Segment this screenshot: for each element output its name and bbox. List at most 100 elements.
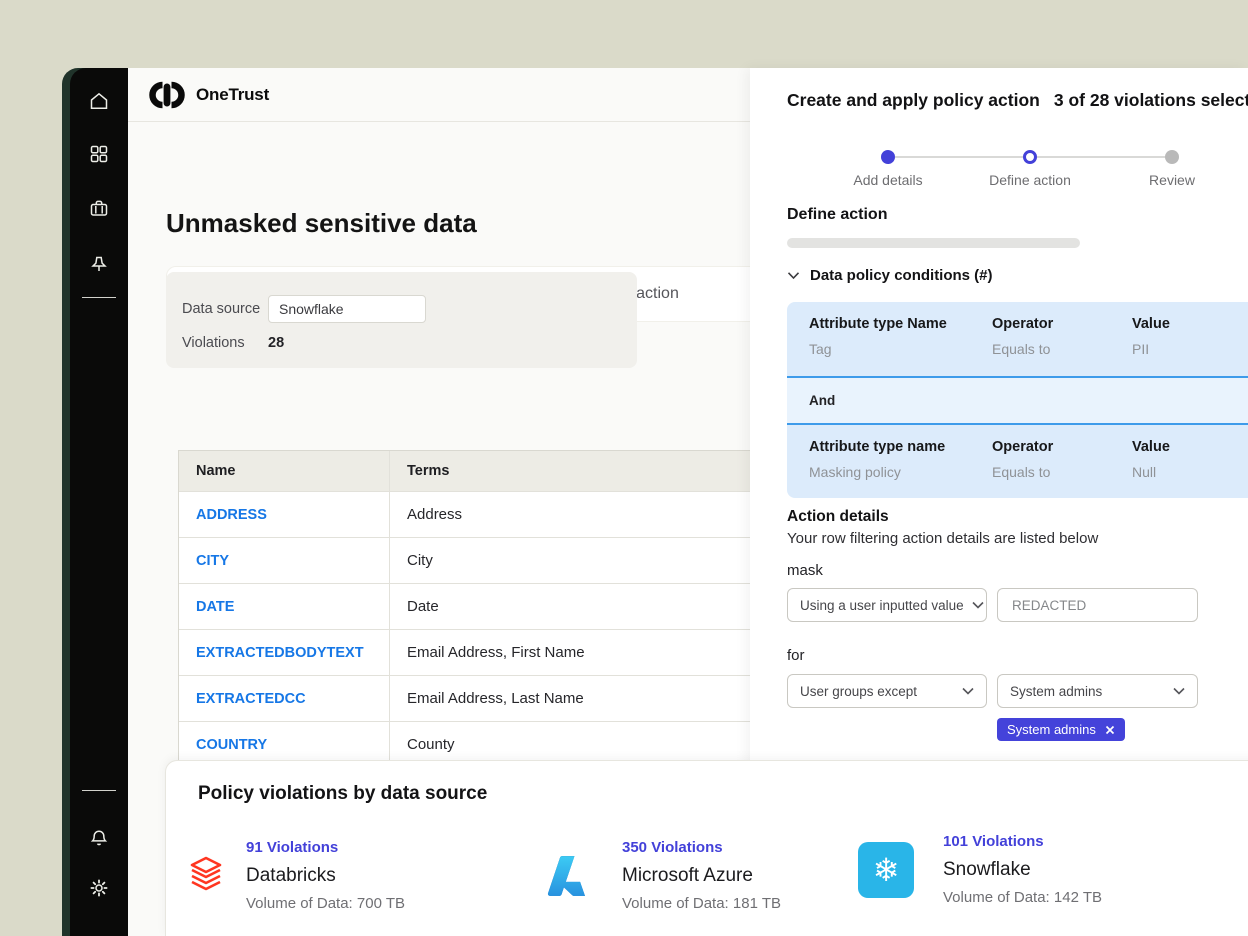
sidebar-item-pinned[interactable] [81, 247, 117, 283]
sidebar-item-workspace[interactable] [81, 190, 117, 226]
group-method-dropdown[interactable]: User groups except [787, 674, 987, 708]
chevron-down-icon [787, 271, 800, 280]
condition-value: Masking policy [809, 464, 992, 480]
mask-label: mask [787, 562, 823, 579]
violation-name-link[interactable]: EXTRACTEDBODYTEXT [179, 630, 389, 675]
source-violations: 350 Violations [622, 835, 781, 861]
source-name: Snowflake [943, 855, 1102, 884]
group-method-value: User groups except [800, 684, 917, 699]
action-details-heading: Action details [787, 508, 889, 526]
sidebar-item-notifications[interactable] [81, 820, 117, 856]
source-text: 91 Violations Databricks Volume of Data:… [246, 835, 405, 917]
violation-name-link[interactable]: ADDRESS [179, 492, 389, 537]
home-icon [88, 90, 110, 112]
condition-connector: And [787, 378, 1248, 423]
selection-count: 3 of 28 violations selected [1054, 90, 1248, 110]
condition-value: Equals to [992, 341, 1132, 357]
gear-icon [88, 877, 110, 899]
violations-label: Violations [182, 335, 245, 351]
data-source-input[interactable] [268, 295, 426, 323]
selected-group-tag[interactable]: System admins [997, 718, 1125, 741]
action-details-description: Your row filtering action details are li… [787, 530, 1098, 547]
sidebar-item-home[interactable] [81, 83, 117, 119]
source-violations: 91 Violations [246, 835, 405, 861]
conditions-heading: Data policy conditions (#) [810, 267, 993, 284]
step-label: Add details [818, 172, 958, 188]
violation-terms: Address [389, 492, 750, 537]
condition-col-header: Attribute type name [809, 439, 992, 455]
sidebar-item-settings[interactable] [81, 870, 117, 906]
snowflake-logo-icon: ❄ [858, 842, 914, 898]
define-action-heading: Define action [787, 206, 887, 224]
condition-col-header: Value [1132, 316, 1248, 332]
condition-value: Tag [809, 341, 992, 357]
chevron-down-icon [972, 601, 984, 609]
sidebar-item-apps[interactable] [81, 136, 117, 172]
source-text: 350 Violations Microsoft Azure Volume of… [622, 835, 781, 917]
step-label: Review [1102, 172, 1242, 188]
condition-value: PII [1132, 341, 1248, 357]
source-violations: 101 Violations [943, 829, 1102, 855]
table-row: DATE Date [179, 583, 750, 629]
step-label: Define action [960, 172, 1100, 188]
column-header-terms: Terms [389, 451, 750, 491]
sidebar-divider-bottom [82, 790, 116, 791]
table-header-row: Name Terms [179, 451, 750, 491]
step-dot-review[interactable] [1165, 150, 1179, 164]
app-sidebar [70, 68, 128, 936]
violation-name-link[interactable]: DATE [179, 584, 389, 629]
violation-terms: Email Address, First Name [389, 630, 750, 675]
source-item-databricks[interactable]: 91 Violations Databricks Volume of Data:… [186, 835, 405, 917]
violation-name-link[interactable]: EXTRACTEDCC [179, 676, 389, 721]
source-item-snowflake[interactable]: ❄ 101 Violations Snowflake Volume of Dat… [858, 829, 1102, 911]
source-volume: Volume of Data: 700 TB [246, 890, 405, 917]
summary-box: Data source Violations 28 [166, 272, 637, 368]
screen: OneTrust Unmasked sensitive data Select … [0, 0, 1248, 936]
progress-bar [787, 238, 1080, 248]
briefcase-icon [88, 197, 110, 219]
bell-icon [88, 827, 110, 849]
source-name: Databricks [246, 861, 405, 890]
violations-table: Name Terms ADDRESS Address CITY City DAT… [178, 450, 750, 768]
source-name: Microsoft Azure [622, 861, 781, 890]
source-volume: Volume of Data: 142 TB [943, 884, 1102, 911]
for-label: for [787, 647, 805, 664]
violation-terms: City [389, 538, 750, 583]
apps-grid-icon [88, 143, 110, 165]
condition-col-header: Attribute type Name [809, 316, 992, 332]
condition-value: Equals to [992, 464, 1132, 480]
violation-terms: Email Address, Last Name [389, 676, 750, 721]
policy-violations-card: Policy violations by data source 91 Viol… [165, 760, 1248, 936]
source-item-azure[interactable]: 350 Violations Microsoft Azure Volume of… [546, 835, 781, 917]
conditions-box: Attribute type Name Operator Value Tag E… [787, 302, 1248, 498]
panel-title-text: Create and apply policy action [787, 90, 1040, 110]
brand-name: OneTrust [196, 85, 269, 105]
panel-title: Create and apply policy action 3 of 28 vi… [787, 90, 1248, 111]
databricks-logo-icon [186, 854, 226, 898]
sidebar-divider-top [82, 297, 116, 298]
stepper-line [895, 156, 1023, 158]
condition-col-header: Operator [992, 439, 1132, 455]
topbar: OneTrust [128, 68, 750, 122]
tag-label: System admins [1007, 722, 1096, 737]
step-dot-add-details[interactable] [881, 150, 895, 164]
condition-value: Null [1132, 464, 1248, 480]
group-value-dropdown[interactable]: System admins [997, 674, 1198, 708]
page-title: Unmasked sensitive data [166, 208, 477, 239]
conditions-accordion-toggle[interactable]: Data policy conditions (#) [787, 267, 993, 284]
onetrust-logo [148, 83, 186, 107]
data-source-label: Data source [182, 301, 260, 317]
violation-terms: Date [389, 584, 750, 629]
condition-col-header: Value [1132, 439, 1248, 455]
table-row: EXTRACTEDCC Email Address, Last Name [179, 675, 750, 721]
violation-name-link[interactable]: CITY [179, 538, 389, 583]
mask-value-input[interactable] [997, 588, 1198, 622]
close-icon[interactable] [1105, 725, 1115, 735]
mask-method-value: Using a user inputted value [800, 598, 964, 613]
mask-method-dropdown[interactable]: Using a user inputted value [787, 588, 987, 622]
chevron-down-icon [962, 687, 974, 695]
chevron-down-icon [1173, 687, 1185, 695]
step-dot-define-action[interactable] [1023, 150, 1037, 164]
group-value-text: System admins [1010, 684, 1102, 699]
source-volume: Volume of Data: 181 TB [622, 890, 781, 917]
